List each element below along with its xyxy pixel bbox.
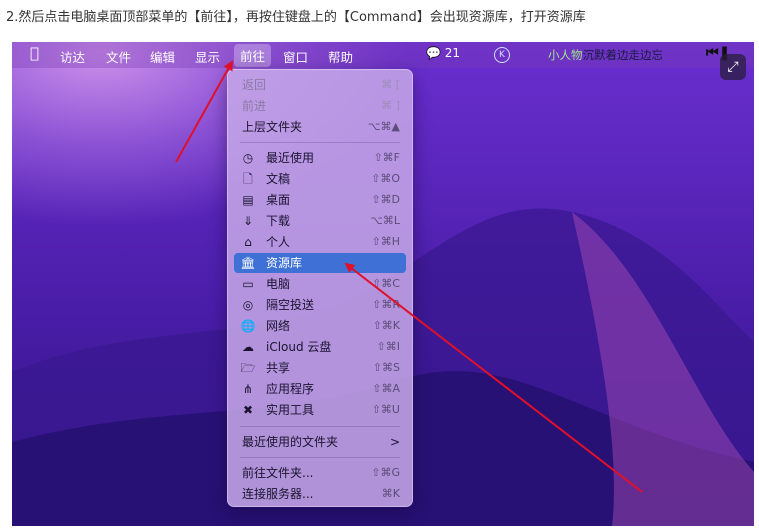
wechat-count: 21 — [444, 46, 461, 60]
cloud-icon: ☁ — [242, 340, 254, 354]
library-icon: 🏛 — [240, 256, 256, 270]
menu-item-computer[interactable]: ▭ 电脑 ⇧⌘C — [234, 274, 406, 294]
icloud-shortcut: ⇧⌘I — [376, 340, 400, 353]
menu-finder[interactable]: 访达 — [60, 47, 85, 66]
enclosing-label: 上层文件夹 — [242, 120, 303, 134]
menu-separator — [240, 426, 400, 427]
downloads-shortcut: ⌥⌘L — [370, 214, 400, 227]
desktop-label: 桌面 — [266, 193, 291, 207]
airdrop-shortcut: ⇧⌘R — [372, 298, 400, 311]
menu-item-enclosing-folder[interactable]: 上层文件夹 ⌥⌘▲ — [234, 117, 406, 137]
menu-item-forward[interactable]: 前进 ⌘ ] — [234, 96, 406, 116]
menu-view[interactable]: 显示 — [195, 47, 220, 66]
applications-icon: ⋔ — [242, 382, 254, 396]
menu-bar:  访达 文件 编辑 显示 前往 窗口 帮助 💬 21 K 小人物沉默着边走边忘… — [12, 42, 754, 68]
home-label: 个人 — [266, 235, 291, 249]
menu-item-connect-server[interactable]: 连接服务器... ⌘K — [234, 484, 406, 504]
tools-icon: ✖ — [242, 403, 254, 417]
laptop-icon: ▭ — [242, 277, 254, 291]
computer-label: 电脑 — [266, 277, 291, 291]
menu-item-applications[interactable]: ⋔ 应用程序 ⇧⌘A — [234, 379, 406, 399]
menu-item-recent-folders[interactable]: 最近使用的文件夹 > — [234, 432, 406, 452]
menu-separator — [240, 142, 400, 143]
menu-item-go-to-folder[interactable]: 前往文件夹... ⇧⌘G — [234, 463, 406, 483]
clock-icon: ◷ — [242, 151, 254, 165]
ticker-prefix: 小人物 — [548, 48, 583, 62]
music-ticker[interactable]: 小人物沉默着边走边忘 — [548, 47, 663, 63]
apple-logo-icon[interactable]:  — [30, 44, 39, 62]
mac-desktop-screenshot:  访达 文件 编辑 显示 前往 窗口 帮助 💬 21 K 小人物沉默着边走边忘… — [12, 42, 754, 526]
globe-icon: 🌐 — [240, 319, 256, 333]
utilities-label: 实用工具 — [266, 403, 315, 417]
recents-label: 最近使用 — [266, 151, 315, 165]
menu-separator — [240, 457, 400, 458]
instruction-caption: 2.然后点击电脑桌面顶部菜单的【前往】，再按住键盘上的【Command】会出现资… — [6, 10, 586, 25]
menu-item-downloads[interactable]: ⇓ 下载 ⌥⌘L — [234, 211, 406, 231]
menu-help[interactable]: 帮助 — [328, 47, 353, 66]
utilities-shortcut: ⇧⌘U — [371, 403, 400, 416]
download-icon: ⇓ — [242, 214, 254, 228]
back-shortcut: ⌘ [ — [381, 78, 400, 91]
desktop-icon: ▤ — [242, 193, 254, 207]
menu-window[interactable]: 窗口 — [283, 47, 308, 66]
expand-icon[interactable]: ⤢ — [720, 54, 746, 80]
shared-label: 共享 — [266, 361, 291, 375]
go-dropdown-menu: 返回 ⌘ [ 前进 ⌘ ] 上层文件夹 ⌥⌘▲ ◷ 最近使用 ⇧⌘F 🗋 文稿 … — [227, 69, 413, 507]
applications-shortcut: ⇧⌘A — [372, 382, 400, 395]
shared-folder-icon: 🗁 — [240, 361, 256, 375]
enclosing-shortcut: ⌥⌘▲ — [367, 120, 400, 133]
menu-item-utilities[interactable]: ✖ 实用工具 ⇧⌘U — [234, 400, 406, 420]
network-label: 网络 — [266, 319, 291, 333]
back-label: 返回 — [242, 78, 267, 92]
home-shortcut: ⇧⌘H — [371, 235, 401, 248]
wechat-icon: 💬 — [426, 46, 441, 60]
menu-item-library[interactable]: 🏛 资源库 — [234, 253, 406, 273]
connect-server-shortcut: ⌘K — [381, 487, 400, 500]
forward-shortcut: ⌘ ] — [381, 99, 400, 112]
airdrop-label: 隔空投送 — [266, 298, 315, 312]
k-status-icon[interactable]: K — [494, 47, 510, 63]
computer-shortcut: ⇧⌘C — [372, 277, 400, 290]
go-to-folder-label: 前往文件夹... — [242, 466, 314, 480]
recent-folders-label: 最近使用的文件夹 — [242, 435, 339, 449]
forward-label: 前进 — [242, 99, 267, 113]
network-shortcut: ⇧⌘K — [372, 319, 400, 332]
menu-item-back[interactable]: 返回 ⌘ [ — [234, 75, 406, 95]
connect-server-label: 连接服务器... — [242, 487, 314, 501]
home-icon: ⌂ — [244, 235, 252, 249]
menu-edit[interactable]: 编辑 — [150, 47, 175, 66]
documents-shortcut: ⇧⌘O — [371, 172, 400, 185]
menu-item-icloud[interactable]: ☁ iCloud 云盘 ⇧⌘I — [234, 337, 406, 357]
chevron-right-icon: > — [389, 435, 400, 449]
menu-item-documents[interactable]: 🗋 文稿 ⇧⌘O — [234, 169, 406, 189]
menu-item-desktop[interactable]: ▤ 桌面 ⇧⌘D — [234, 190, 406, 210]
menu-go[interactable]: 前往 — [234, 44, 272, 67]
airdrop-icon: ◎ — [242, 298, 254, 312]
menu-item-airdrop[interactable]: ◎ 隔空投送 ⇧⌘R — [234, 295, 406, 315]
recents-shortcut: ⇧⌘F — [373, 151, 400, 164]
menu-item-home[interactable]: ⌂ 个人 ⇧⌘H — [234, 232, 406, 252]
ticker-rest: 沉默着边走边忘 — [582, 48, 664, 62]
shared-shortcut: ⇧⌘S — [372, 361, 400, 374]
desktop-shortcut: ⇧⌘D — [371, 193, 400, 206]
document-icon: 🗋 — [243, 172, 253, 186]
menu-item-shared[interactable]: 🗁 共享 ⇧⌘S — [234, 358, 406, 378]
applications-label: 应用程序 — [266, 382, 315, 396]
icloud-label: iCloud 云盘 — [266, 340, 332, 354]
library-label: 资源库 — [266, 256, 303, 270]
wechat-status-item[interactable]: 💬 21 — [426, 46, 460, 60]
documents-label: 文稿 — [266, 172, 291, 186]
go-to-folder-shortcut: ⇧⌘G — [371, 466, 400, 479]
menu-file[interactable]: 文件 — [106, 47, 131, 66]
downloads-label: 下载 — [266, 214, 291, 228]
menu-item-network[interactable]: 🌐 网络 ⇧⌘K — [234, 316, 406, 336]
menu-item-recents[interactable]: ◷ 最近使用 ⇧⌘F — [234, 148, 406, 168]
